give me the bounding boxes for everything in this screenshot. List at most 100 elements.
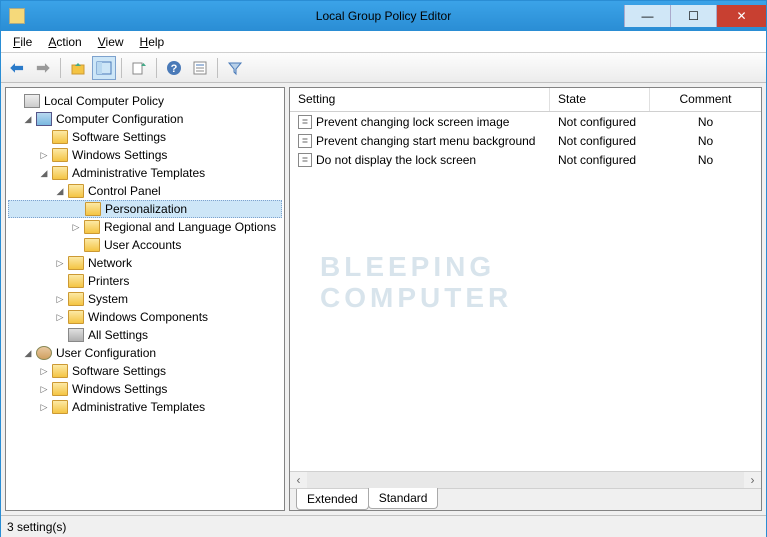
tree-cc-regional[interactable]: ▷ Regional and Language Options: [8, 218, 282, 236]
collapse-icon[interactable]: ◢: [38, 167, 50, 179]
tree-cc-windows[interactable]: ▷ Windows Settings: [8, 146, 282, 164]
menu-file[interactable]: File: [7, 33, 38, 51]
arrow-right-icon: ➡: [36, 58, 49, 78]
col-setting[interactable]: Setting: [290, 88, 550, 111]
tree-cc-personalization[interactable]: Personalization: [8, 200, 282, 218]
tree-user-config[interactable]: ◢ User Configuration: [8, 344, 282, 362]
setting-comment: No: [650, 153, 761, 167]
tree-cc-windows-comp[interactable]: ▷ Windows Components: [8, 308, 282, 326]
statusbar: 3 setting(s): [1, 515, 766, 537]
expand-icon[interactable]: ▷: [54, 293, 66, 305]
collapse-icon[interactable]: ◢: [54, 185, 66, 197]
tree-label: Network: [88, 256, 132, 270]
setting-name: Prevent changing lock screen image: [316, 115, 509, 129]
list-header: Setting State Comment: [290, 88, 761, 112]
watermark: BLEEPING COMPUTER: [320, 252, 512, 314]
expand-icon[interactable]: ▷: [38, 383, 50, 395]
back-button[interactable]: ⬅: [5, 56, 29, 80]
tree-cc-all-settings[interactable]: All Settings: [8, 326, 282, 344]
user-icon: [36, 346, 52, 360]
tree-cc-user-accounts[interactable]: User Accounts: [8, 236, 282, 254]
arrow-left-icon: ⬅: [10, 58, 23, 78]
main-area: Local Computer Policy ◢ Computer Configu…: [1, 83, 766, 515]
tree-uc-admin[interactable]: ▷ Administrative Templates: [8, 398, 282, 416]
separator: [121, 58, 122, 78]
tree-label: Printers: [88, 274, 129, 288]
tree-uc-software[interactable]: ▷ Software Settings: [8, 362, 282, 380]
scroll-left-icon[interactable]: ‹: [290, 473, 307, 487]
expand-icon[interactable]: ▷: [38, 149, 50, 161]
folder-icon: [68, 184, 84, 198]
separator: [156, 58, 157, 78]
menubar: File Action View Help: [1, 31, 766, 53]
tree-cc-network[interactable]: ▷ Network: [8, 254, 282, 272]
collapse-icon[interactable]: ◢: [22, 113, 34, 125]
help-icon: ?: [166, 60, 182, 76]
expand-icon[interactable]: ▷: [54, 257, 66, 269]
folder-icon: [68, 256, 84, 270]
tree-cc-system[interactable]: ▷ System: [8, 290, 282, 308]
window-title: Local Group Policy Editor: [1, 9, 766, 23]
tree-cc-printers[interactable]: Printers: [8, 272, 282, 290]
up-button[interactable]: [66, 56, 90, 80]
tree-panel[interactable]: Local Computer Policy ◢ Computer Configu…: [5, 87, 285, 511]
col-state[interactable]: State: [550, 88, 650, 111]
tree-computer-config[interactable]: ◢ Computer Configuration: [8, 110, 282, 128]
setting-comment: No: [650, 134, 761, 148]
filter-button[interactable]: [223, 56, 247, 80]
settings-icon: [68, 328, 84, 342]
menu-action[interactable]: Action: [42, 33, 87, 51]
folder-icon: [85, 202, 101, 216]
policy-icon: [24, 94, 40, 108]
properties-button[interactable]: [188, 56, 212, 80]
folder-icon: [52, 382, 68, 396]
tree-cc-admin[interactable]: ◢ Administrative Templates: [8, 164, 282, 182]
collapse-icon[interactable]: ◢: [22, 347, 34, 359]
setting-comment: No: [650, 115, 761, 129]
col-comment[interactable]: Comment: [650, 88, 761, 111]
horizontal-scrollbar[interactable]: ‹ ›: [290, 471, 761, 488]
titlebar: Local Group Policy Editor — ☐ ✕: [1, 1, 766, 31]
setting-name: Prevent changing start menu background: [316, 134, 535, 148]
setting-row[interactable]: ≣Do not display the lock screenNot confi…: [290, 150, 761, 169]
tree-uc-windows[interactable]: ▷ Windows Settings: [8, 380, 282, 398]
tree-label: Software Settings: [72, 364, 166, 378]
expand-icon[interactable]: ▷: [38, 401, 50, 413]
scroll-track[interactable]: [307, 472, 744, 488]
folder-icon: [52, 166, 68, 180]
export-button[interactable]: [127, 56, 151, 80]
setting-state: Not configured: [550, 153, 650, 167]
tree-cc-control-panel[interactable]: ◢ Control Panel: [8, 182, 282, 200]
folder-icon: [68, 292, 84, 306]
tab-extended[interactable]: Extended: [296, 489, 369, 510]
tree-cc-software[interactable]: Software Settings: [8, 128, 282, 146]
show-hide-tree-button[interactable]: [92, 56, 116, 80]
tree-label: Administrative Templates: [72, 166, 205, 180]
expand-icon[interactable]: ▷: [54, 311, 66, 323]
tree-label: Regional and Language Options: [104, 220, 276, 234]
list-body[interactable]: BLEEPING COMPUTER ≣Prevent changing lock…: [290, 112, 761, 471]
expand-icon[interactable]: ▷: [38, 365, 50, 377]
help-button[interactable]: ?: [162, 56, 186, 80]
setting-row[interactable]: ≣Prevent changing start menu backgroundN…: [290, 131, 761, 150]
forward-button[interactable]: ➡: [31, 56, 55, 80]
expand-icon[interactable]: ▷: [70, 221, 82, 233]
menu-view[interactable]: View: [92, 33, 130, 51]
tab-standard[interactable]: Standard: [368, 488, 439, 509]
tree-root[interactable]: Local Computer Policy: [8, 92, 282, 110]
folder-icon: [52, 130, 68, 144]
scroll-right-icon[interactable]: ›: [744, 473, 761, 487]
setting-row[interactable]: ≣Prevent changing lock screen imageNot c…: [290, 112, 761, 131]
tree-label: User Configuration: [56, 346, 156, 360]
tree-label: Windows Components: [88, 310, 208, 324]
tree-label: Control Panel: [88, 184, 161, 198]
tree-label: Windows Settings: [72, 148, 167, 162]
tree-label: Administrative Templates: [72, 400, 205, 414]
blank-toggle: [71, 203, 83, 215]
separator: [217, 58, 218, 78]
tree-label: System: [88, 292, 128, 306]
menu-help[interactable]: Help: [134, 33, 171, 51]
folder-icon: [68, 274, 84, 288]
toolbar: ⬅ ➡ ?: [1, 53, 766, 83]
settings-panel: Setting State Comment BLEEPING COMPUTER …: [289, 87, 762, 511]
